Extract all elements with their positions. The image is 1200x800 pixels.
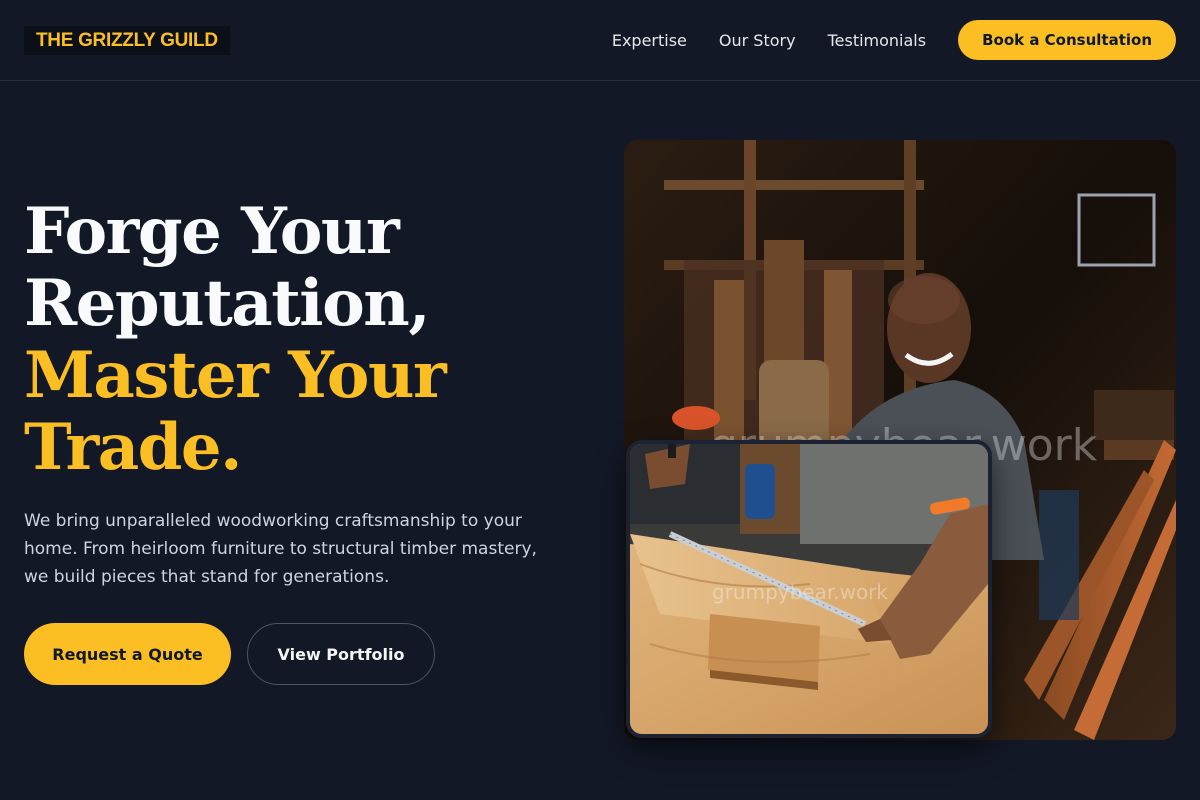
hero-title-line-3: Master Your — [24, 338, 447, 413]
logo[interactable]: THE GRIZZLY GUILD — [24, 25, 230, 55]
view-portfolio-button[interactable]: View Portfolio — [247, 623, 435, 685]
hero-title: Forge Your Reputation, Master Your Trade… — [24, 196, 584, 484]
book-consultation-button[interactable]: Book a Consultation — [958, 20, 1176, 60]
inset-photo-watermark: grumpybear.work — [712, 580, 889, 604]
main-nav: Expertise Our Story Testimonials Book a … — [612, 20, 1176, 60]
nav-link-our-story[interactable]: Our Story — [719, 31, 796, 50]
site-header: THE GRIZZLY GUILD Expertise Our Story Te… — [0, 0, 1200, 81]
nav-link-testimonials[interactable]: Testimonials — [828, 31, 927, 50]
nav-link-expertise[interactable]: Expertise — [612, 31, 687, 50]
request-quote-button[interactable]: Request a Quote — [24, 623, 231, 685]
hero-title-line-2: Reputation, — [24, 266, 431, 341]
hero-title-line-1: Forge Your — [24, 194, 400, 269]
hero-title-line-4: Trade. — [24, 410, 242, 485]
measuring-photo: grumpybear.work — [626, 440, 992, 738]
hero-description: We bring unparalleled woodworking crafts… — [24, 511, 537, 587]
